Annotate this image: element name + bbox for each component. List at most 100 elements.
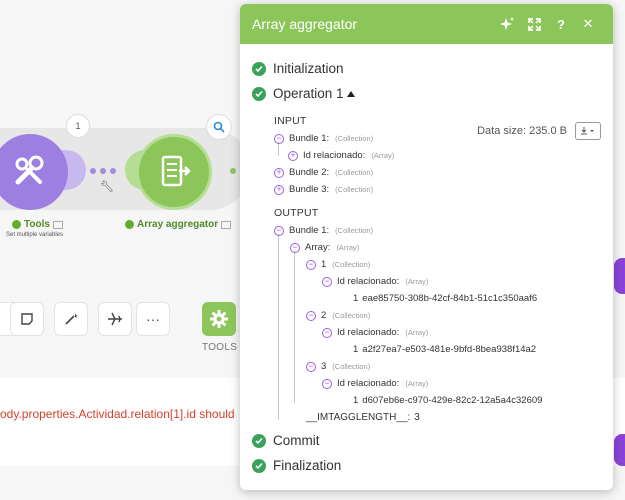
collapse-icon[interactable]: − — [322, 327, 332, 338]
tree-type: (Array) — [405, 379, 429, 388]
stage-commit[interactable]: Commit — [252, 428, 601, 453]
operations-count-bubble[interactable]: 1 — [66, 114, 90, 138]
inspect-output-button[interactable] — [206, 114, 232, 140]
tree-key: Array: — [305, 242, 331, 253]
tools-node-title: Tools — [24, 219, 50, 230]
stage-label: Initialization — [273, 61, 344, 76]
magic-icon[interactable] — [494, 13, 520, 35]
tools-button[interactable] — [202, 302, 236, 336]
stage-initialization[interactable]: Initialization — [252, 56, 601, 81]
check-icon — [252, 86, 266, 101]
tree-key: Id relacionado: — [337, 276, 400, 287]
side-tab[interactable] — [614, 434, 625, 466]
tree-value[interactable]: 3 — [414, 412, 420, 423]
close-icon[interactable]: ✕ — [575, 13, 601, 35]
note-icon — [21, 313, 33, 325]
output-array-item[interactable]: − 1 (Collection) — [274, 256, 601, 273]
collapse-icon[interactable]: − — [306, 259, 316, 270]
output-array-item[interactable]: − 3 (Collection) — [274, 358, 601, 375]
collapse-icon[interactable]: − — [274, 133, 284, 144]
input-bundle-1-field[interactable]: + Id relacionado: (Array) — [274, 147, 601, 164]
tree-type: (Collection) — [335, 168, 374, 177]
error-message-text: ody.properties.Actividad.relation[1].id … — [0, 407, 235, 421]
airplane-icon — [108, 312, 122, 326]
flow-dot — [230, 168, 236, 174]
caret-up-icon[interactable] — [346, 90, 355, 97]
route-settings-icon[interactable]: 🔧︎ — [100, 180, 114, 193]
collapse-icon[interactable]: − — [290, 242, 300, 253]
check-icon — [252, 433, 266, 448]
tree-key: Bundle 1: — [289, 225, 330, 236]
side-tab[interactable] — [614, 258, 625, 294]
help-icon[interactable]: ? — [548, 13, 574, 35]
tree-key: Bundle 1: — [289, 133, 330, 144]
expand-icon[interactable]: + — [274, 167, 284, 178]
output-item-field[interactable]: − Id relacionado: (Array) — [274, 375, 601, 392]
tools-button-label: TOOLS — [202, 342, 238, 353]
input-bundle-2[interactable]: + Bundle 2: (Collection) — [274, 164, 601, 181]
success-check-icon — [125, 220, 134, 229]
tree-key: Bundle 2: — [289, 167, 330, 178]
output-item-field[interactable]: − Id relacionado: (Array) — [274, 324, 601, 341]
expand-icon[interactable] — [521, 13, 547, 35]
tree-value[interactable]: a2f27ea7-e503-481e-9bfd-8bea938f14a2 — [362, 344, 536, 355]
success-check-icon — [12, 220, 21, 229]
tools-icon — [15, 155, 44, 185]
tree-type: (Collection) — [335, 134, 374, 143]
output-item-value-row: 1 d607eb6e-c970-429e-82c2-12a5a4c32609 — [274, 392, 601, 409]
tree-index: 1 — [353, 395, 359, 406]
input-tree: − Bundle 1: (Collection) + Id relacionad… — [274, 130, 601, 198]
explain-flow-button[interactable] — [98, 302, 132, 336]
output-tree: − Bundle 1: (Collection) − Array: (Array… — [274, 222, 601, 426]
output-array[interactable]: − Array: (Array) — [274, 239, 601, 256]
image-icon — [52, 220, 63, 229]
magic-wand-icon — [65, 313, 78, 325]
input-bundle-3[interactable]: + Bundle 3: (Collection) — [274, 181, 601, 198]
collapse-icon[interactable]: − — [306, 310, 316, 321]
tree-key: Id relacionado: — [303, 150, 366, 161]
flow-dot — [110, 168, 116, 174]
output-array-item[interactable]: − 2 (Collection) — [274, 307, 601, 324]
tree-value[interactable]: eae85750-308b-42cf-84b1-51c1c350aaf6 — [362, 293, 537, 304]
input-bundle-1[interactable]: − Bundle 1: (Collection) — [274, 130, 601, 147]
tools-node-label: Tools — [12, 219, 63, 230]
collapse-icon[interactable]: − — [322, 378, 332, 389]
tree-type: (Collection) — [335, 185, 374, 194]
output-bundle-1[interactable]: − Bundle 1: (Collection) — [274, 222, 601, 239]
expand-icon[interactable]: + — [288, 150, 298, 161]
auto-align-button[interactable] — [54, 302, 88, 336]
stage-label: Operation 1 — [273, 86, 344, 101]
panel-body: Initialization Operation 1 Data size: 23… — [240, 44, 613, 478]
check-icon — [252, 458, 266, 473]
aggregator-node-title: Array aggregator — [137, 219, 219, 230]
tree-key: 1 — [321, 259, 327, 270]
tree-key: 3 — [321, 361, 327, 372]
expand-icon[interactable]: + — [274, 184, 284, 195]
image-icon — [221, 220, 232, 229]
notes-button[interactable] — [10, 302, 44, 336]
tools-node-sublabel: Set multiple variables — [6, 232, 64, 238]
output-item-field[interactable]: − Id relacionado: (Array) — [274, 273, 601, 290]
tree-type: (Array) — [336, 243, 360, 252]
stage-finalization[interactable]: Finalization — [252, 453, 601, 478]
tree-type: (Collection) — [332, 311, 371, 320]
tree-index: 1 — [353, 293, 359, 304]
collapse-icon[interactable]: − — [322, 276, 332, 287]
tree-key: Bundle 3: — [289, 184, 330, 195]
output-section-label: OUTPUT — [274, 207, 319, 219]
tree-key: __IMTAGGLENGTH__: — [306, 412, 411, 423]
tree-index: 1 — [353, 344, 359, 355]
tree-value[interactable]: d607eb6e-c970-429e-82c2-12a5a4c32609 — [362, 395, 542, 406]
flow-dot — [100, 168, 106, 174]
array-aggregator-node[interactable] — [136, 134, 212, 210]
more-options-button[interactable]: ··· — [136, 302, 170, 336]
flow-dot — [90, 168, 96, 174]
collapse-icon[interactable]: − — [306, 361, 316, 372]
tree-type: (Array) — [405, 328, 429, 337]
tree-type: (Collection) — [332, 362, 371, 371]
bundle-inspector-panel: Array aggregator ? ✕ Initialization Oper… — [240, 4, 613, 490]
stage-operation-1[interactable]: Operation 1 — [252, 81, 601, 106]
collapse-icon[interactable]: − — [274, 225, 284, 236]
output-item-value-row: 1 eae85750-308b-42cf-84b1-51c1c350aaf6 — [274, 290, 601, 307]
gear-icon — [210, 310, 228, 328]
